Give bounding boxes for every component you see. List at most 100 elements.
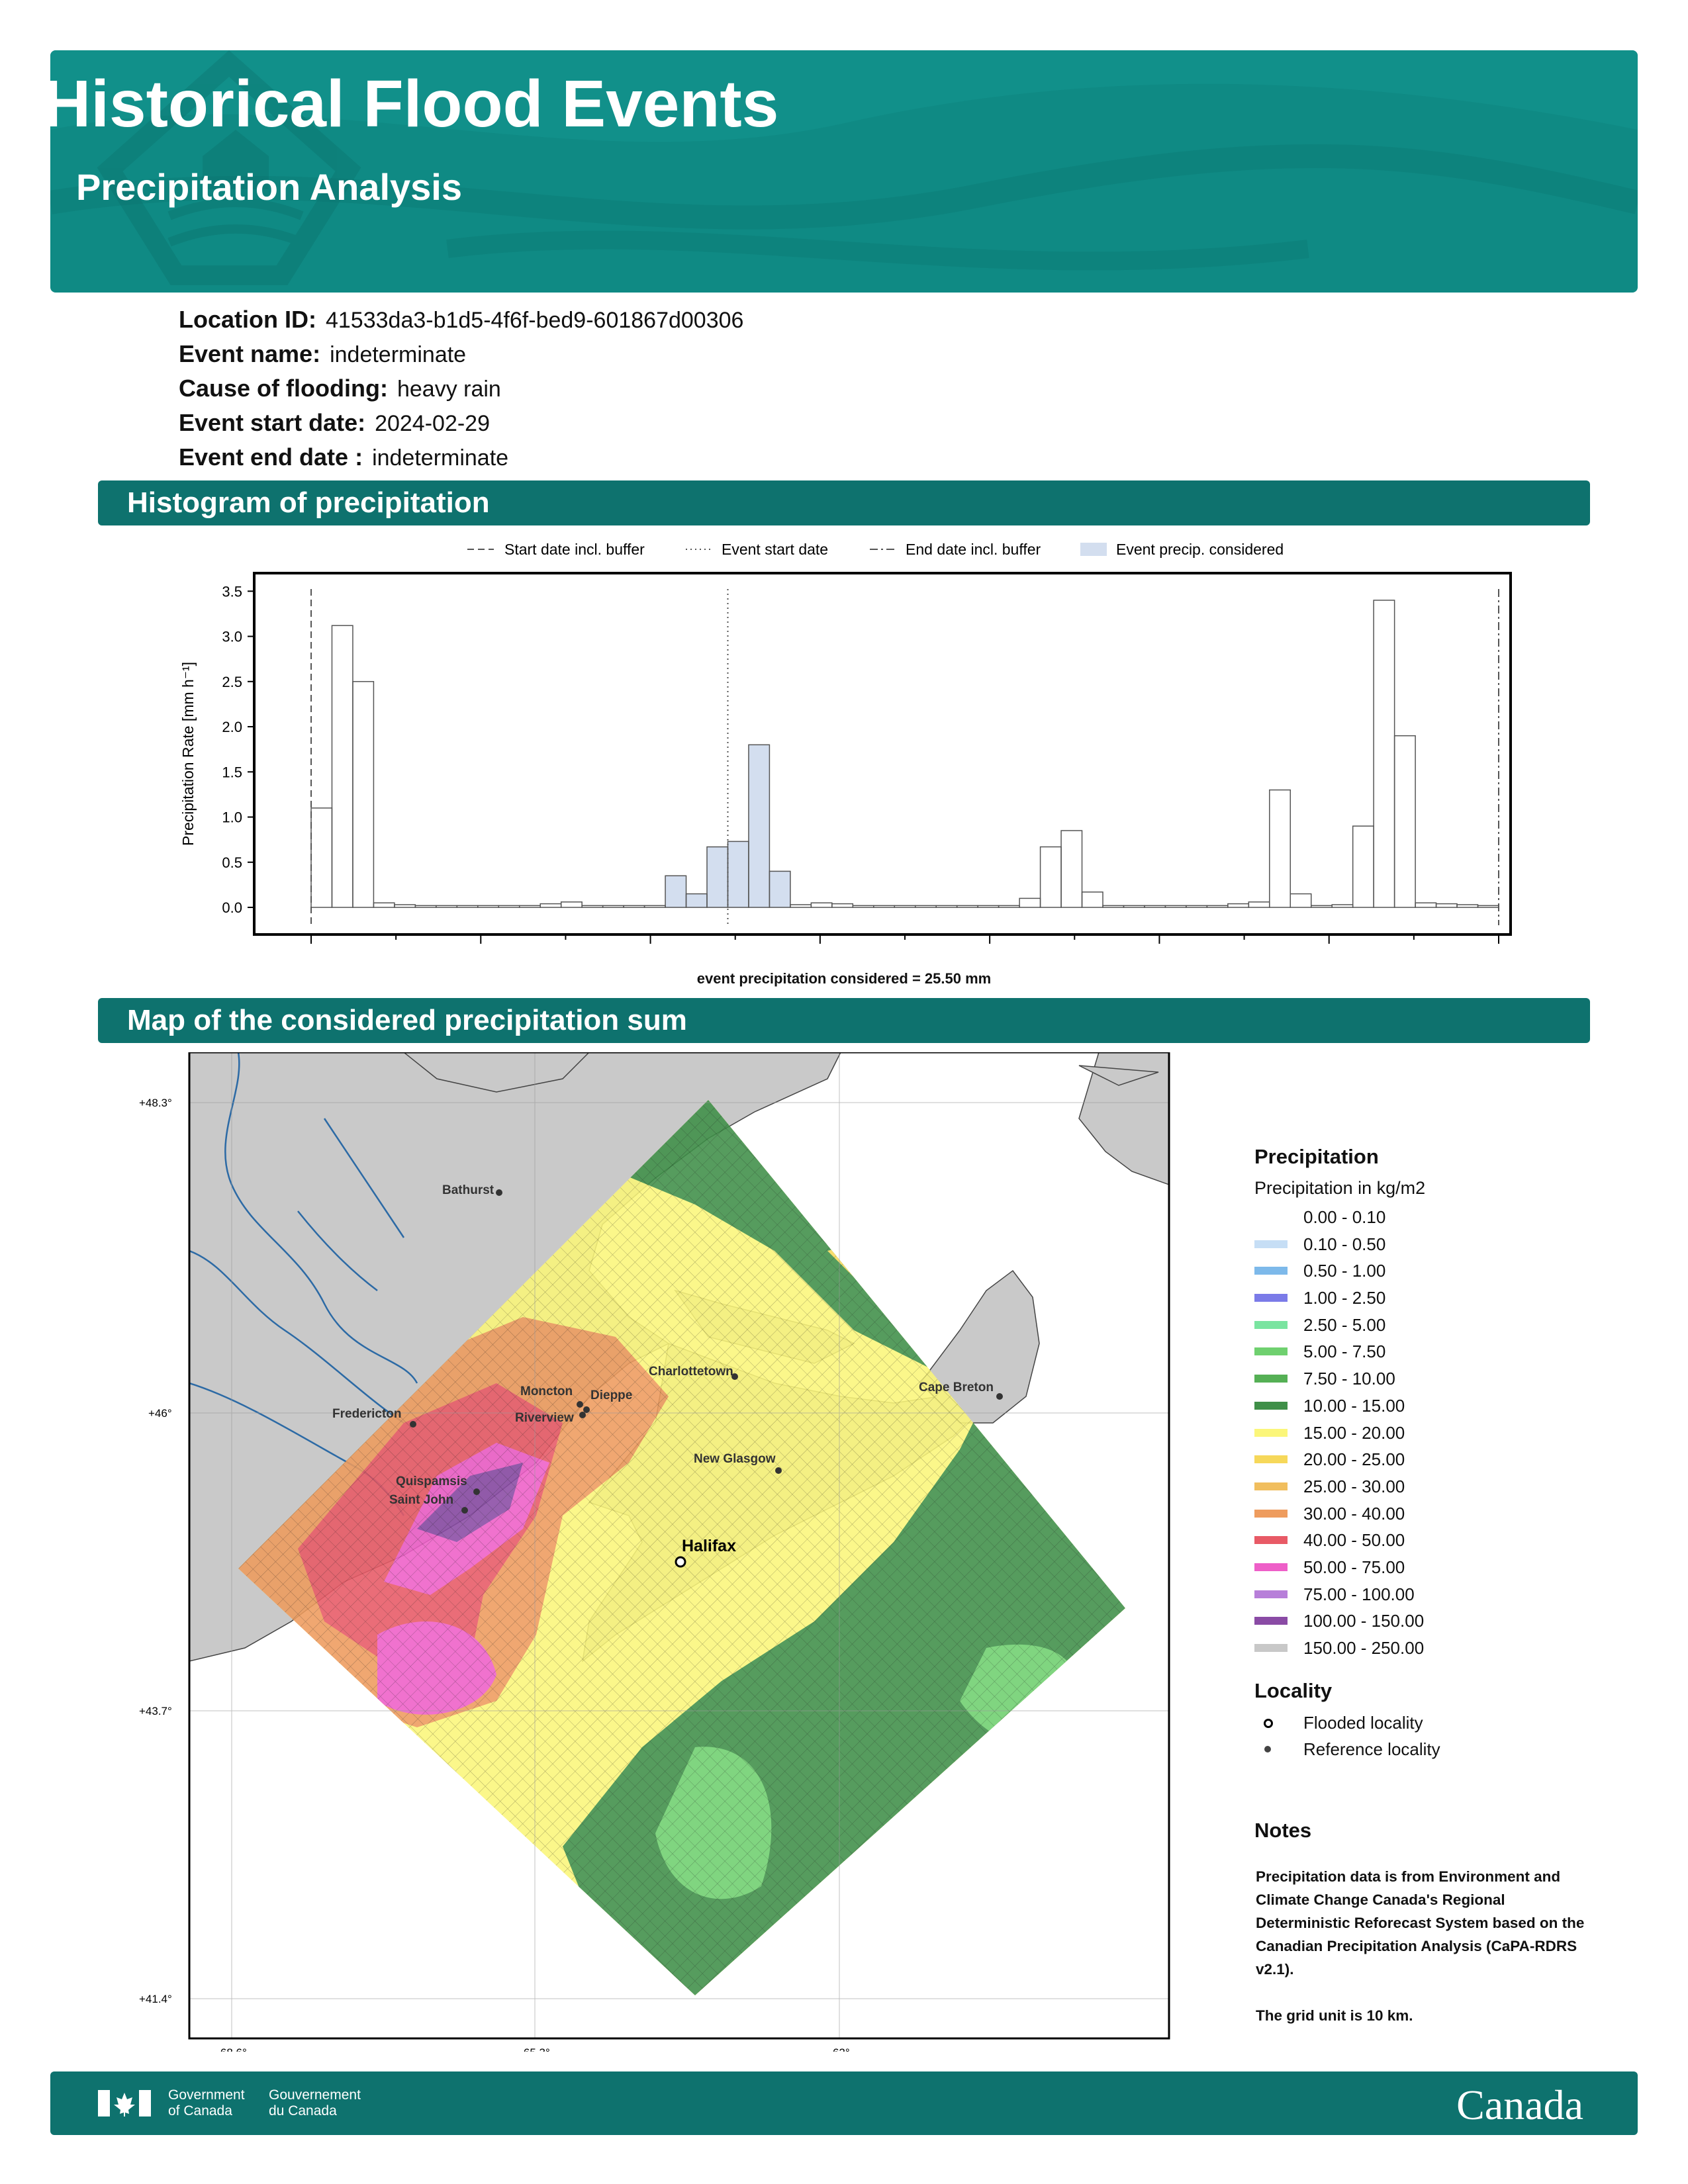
city-label-riverview: Riverview (515, 1411, 574, 1425)
city-label-fredericton: Fredericton (332, 1407, 402, 1421)
legend-label: 5.00 - 7.50 (1303, 1342, 1386, 1362)
city-label-bathurst: Bathurst (442, 1183, 494, 1197)
legend-label: 2.50 - 5.00 (1303, 1314, 1386, 1335)
notes-body: Precipitation data is from Environment a… (1256, 1865, 1600, 2050)
legend-item: 2.50 - 5.00 (1254, 1312, 1625, 1339)
legend-item: 1.00 - 2.50 (1254, 1285, 1625, 1312)
histogram-bar (1310, 905, 1333, 908)
histogram-bar (1415, 902, 1437, 908)
histogram-bar (790, 904, 812, 908)
meta-value: 2024-02-29 (375, 411, 490, 436)
histogram-bar (539, 903, 562, 908)
map-legend: Precipitation Precipitation in kg/m2 0.0… (1254, 1145, 1625, 1762)
flooded-locality-icon (1264, 1718, 1273, 1728)
y-tick-label: 2.0 (222, 719, 242, 735)
precipitation-map: Bathurst Charlottetown Cape Breton Monct… (139, 1052, 1170, 2052)
meta-key: Event start date: (179, 409, 366, 436)
lat-label: +46° (148, 1407, 172, 1420)
meta-key: Cause of flooding: (179, 375, 388, 402)
histogram-legend: Start date incl. buffer Event start date… (467, 541, 1284, 558)
meta-value: indeterminate (372, 445, 509, 471)
legend-swatch (1254, 1294, 1288, 1302)
legend-label: 0.00 - 0.10 (1303, 1207, 1386, 1227)
lat-label: +43.7° (139, 1705, 172, 1717)
locality-title: Locality (1254, 1678, 1333, 1702)
legend-item: 30.00 - 40.00 (1254, 1500, 1625, 1527)
lon-label: -65.3° (520, 2046, 550, 2052)
legend-swatch (1254, 1320, 1288, 1329)
event-considered-bar (748, 745, 770, 908)
page-title: Historical Flood Events (43, 67, 779, 141)
legend-item: 20.00 - 25.00 (1254, 1446, 1625, 1473)
y-tick-label: 0.0 (222, 899, 242, 916)
lon-label: -62° (829, 2046, 849, 2052)
meta-key: Location ID: (179, 306, 316, 333)
city-dot-cape-breton (996, 1393, 1003, 1400)
histogram-bar (373, 902, 395, 908)
legend-item: 40.00 - 50.00 (1254, 1527, 1625, 1554)
histogram-bar (394, 904, 416, 908)
legend-swatch (1254, 1482, 1288, 1490)
gov-fr-line2: du Canada (269, 2103, 337, 2118)
city-dot-quispamsis (473, 1488, 480, 1495)
event-considered-bar (707, 846, 728, 908)
histogram-bar (1227, 903, 1250, 908)
legend-label: 30.00 - 40.00 (1303, 1503, 1405, 1524)
histogram-bar (1477, 905, 1499, 908)
histogram-bar (436, 905, 458, 908)
histogram-axes-frame (253, 572, 1512, 936)
legend-item: 10.00 - 15.00 (1254, 1392, 1625, 1420)
histogram-bar (498, 905, 520, 908)
lat-label: +41.4° (139, 1993, 172, 2005)
meta-value: heavy rain (397, 377, 501, 402)
legend-swatch (1254, 1375, 1288, 1383)
section-map-title: Map of the considered precipitation sum (98, 998, 1590, 1043)
histogram-bar (623, 905, 645, 908)
meta-value: 41533da3-b1d5-4f6f-bed9-601867d00306 (325, 308, 744, 333)
histogram-bar (1186, 905, 1208, 908)
legend-label: 0.10 - 0.50 (1303, 1234, 1386, 1254)
event-considered-bar (686, 893, 707, 908)
histogram-bars (310, 600, 1499, 908)
legend-swatch (1254, 1509, 1288, 1518)
city-dot-bathurst (496, 1189, 502, 1196)
histogram-bar (1019, 897, 1041, 908)
histogram-bar (1435, 903, 1458, 908)
city-dot-saint-john (461, 1507, 468, 1514)
legend-swatch (1254, 1563, 1288, 1571)
legend-label: 40.00 - 50.00 (1303, 1530, 1405, 1551)
section-histogram-title: Histogram of precipitation (98, 480, 1590, 525)
legend-label: 100.00 - 150.00 (1303, 1611, 1425, 1631)
legend-swatch (1254, 1617, 1288, 1625)
legend-swatch (1254, 1536, 1288, 1545)
locality-items: Flooded locality Reference locality (1254, 1709, 1625, 1762)
notes-paragraph: Precipitation data is from Environment a… (1256, 1868, 1585, 1978)
city-dot-fredericton (410, 1421, 416, 1428)
legend-item: 0.10 - 0.50 (1254, 1231, 1625, 1258)
histogram-bar (643, 905, 666, 908)
legend-item: 100.00 - 150.00 (1254, 1608, 1625, 1635)
legend-label: 25.00 - 30.00 (1303, 1476, 1405, 1496)
legend-label: 75.00 - 100.00 (1303, 1584, 1415, 1604)
legend-swatch (1254, 1401, 1288, 1410)
legend-label: 1.00 - 2.50 (1303, 1288, 1386, 1308)
reference-locality-icon (1264, 1745, 1271, 1752)
legend-swatch (1254, 1240, 1288, 1248)
legend-start-buffer-label: Start date incl. buffer (504, 541, 645, 558)
histogram-bar (560, 901, 583, 908)
city-label-cape-breton: Cape Breton (919, 1381, 994, 1394)
city-dot-dieppe (583, 1406, 590, 1413)
legend-item: 25.00 - 30.00 (1254, 1473, 1625, 1500)
legend-end-buffer-label: End date incl. buffer (906, 541, 1041, 558)
gov-en-line1: Government (168, 2087, 245, 2103)
legend-item: 15.00 - 20.00 (1254, 1420, 1625, 1447)
histogram-bar (1081, 891, 1103, 908)
meta-location-id: Location ID: 41533da3-b1d5-4f6f-bed9-6018… (179, 306, 743, 334)
legend-item: 50.00 - 75.00 (1254, 1554, 1625, 1581)
legend-title: Precipitation (1254, 1145, 1379, 1168)
legend-swatch (1254, 1428, 1288, 1437)
histogram-bar (1164, 905, 1187, 908)
legend-swatch (1254, 1347, 1288, 1356)
legend-items: 0.00 - 0.10 0.10 - 0.50 0.50 - 1.00 1.00 - … (1254, 1204, 1625, 1662)
legend-item: 75.00 - 100.00 (1254, 1581, 1625, 1608)
